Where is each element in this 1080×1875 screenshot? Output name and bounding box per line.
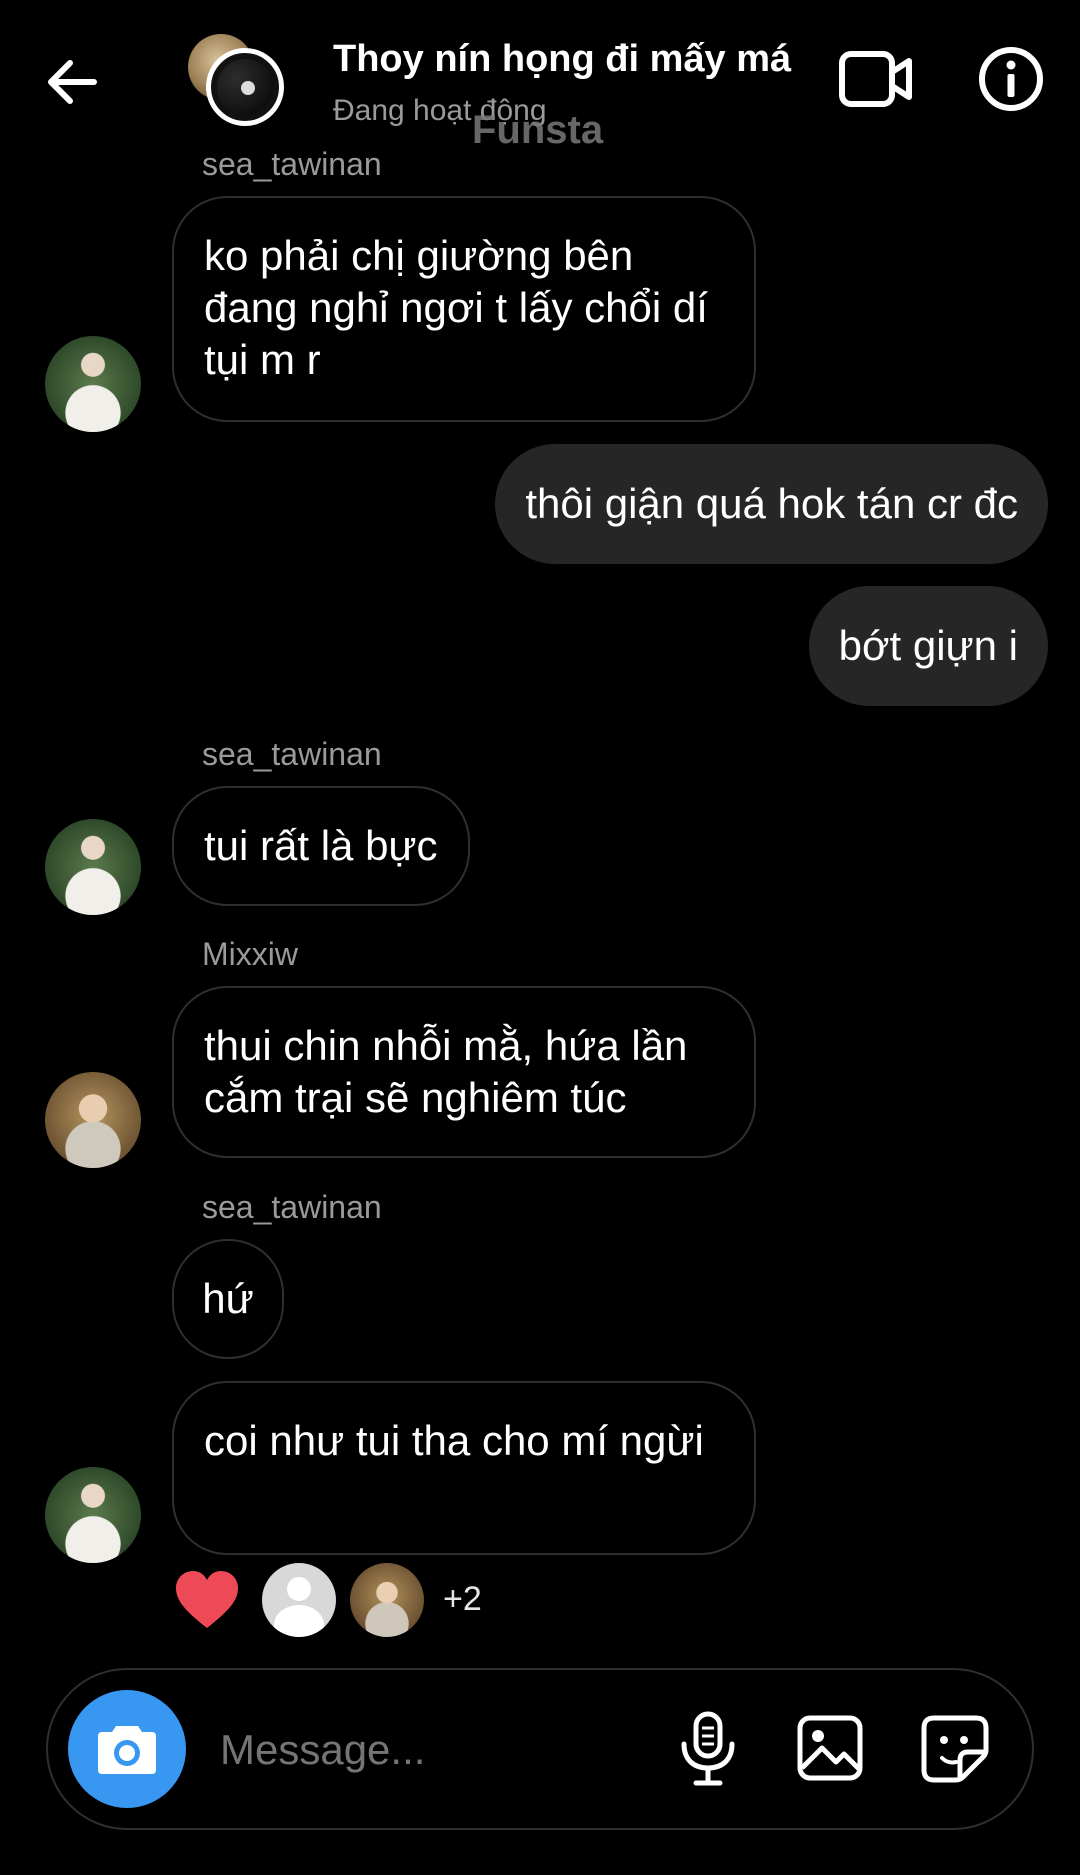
microphone-icon xyxy=(681,1711,735,1786)
sender-name: sea_tawinan xyxy=(202,146,382,182)
avatar-sea-tawinan[interactable] xyxy=(45,336,141,432)
reaction-extra-count[interactable]: +2 xyxy=(443,1580,482,1619)
sender-name: sea_tawinan xyxy=(202,736,382,772)
info-icon xyxy=(979,47,1043,111)
avatar-sea-tawinan[interactable] xyxy=(45,1467,141,1563)
watermark: Funsta xyxy=(472,108,604,152)
sticker-icon xyxy=(921,1715,989,1783)
sender-name: sea_tawinan xyxy=(202,1189,382,1225)
message-input[interactable] xyxy=(218,1714,692,1786)
message-bubble-outgoing[interactable]: thôi giận quá hok tán cr đc xyxy=(495,444,1048,564)
back-button[interactable] xyxy=(42,52,102,112)
member-avatar-front xyxy=(206,48,284,126)
message-bubble-incoming[interactable]: ko phải chị giường bên đang nghỉ ngơi t … xyxy=(172,196,756,422)
heart-icon[interactable] xyxy=(174,1570,240,1630)
camera-icon xyxy=(98,1726,156,1774)
info-button[interactable] xyxy=(978,46,1044,112)
microphone-button[interactable] xyxy=(678,1710,738,1788)
message-bubble-incoming[interactable]: thui chin nhỗi mằ, hứa lần cắm trại sẽ n… xyxy=(172,986,756,1158)
message-composer xyxy=(46,1668,1034,1830)
reactor-avatar-photo[interactable] xyxy=(350,1563,424,1637)
camera-button[interactable] xyxy=(68,1690,186,1808)
video-call-button[interactable] xyxy=(838,48,914,110)
reactor-avatar-default[interactable] xyxy=(262,1563,336,1637)
video-camera-icon xyxy=(839,51,912,107)
message-bubble-outgoing[interactable]: bớt giựn i xyxy=(808,586,1048,706)
group-avatar[interactable] xyxy=(188,34,298,134)
chat-header: Thoy nín họng đi mấy má Đang hoạt động F… xyxy=(0,0,1080,160)
avatar-sea-tawinan[interactable] xyxy=(45,819,141,915)
chat-title[interactable]: Thoy nín họng đi mấy má xyxy=(333,38,791,81)
image-icon xyxy=(797,1715,863,1781)
message-bubble-incoming[interactable]: hứ xyxy=(172,1239,284,1359)
sticker-button[interactable] xyxy=(920,1714,990,1784)
avatar-mixxiw[interactable] xyxy=(45,1072,141,1168)
message-bubble-incoming[interactable]: tui rất là bực xyxy=(172,786,470,906)
sender-name: Mixxiw xyxy=(202,936,298,972)
gallery-button[interactable] xyxy=(796,1714,864,1782)
back-arrow-icon xyxy=(48,60,97,104)
message-bubble-incoming[interactable]: coi như tui tha cho mí ngừi xyxy=(172,1381,756,1555)
